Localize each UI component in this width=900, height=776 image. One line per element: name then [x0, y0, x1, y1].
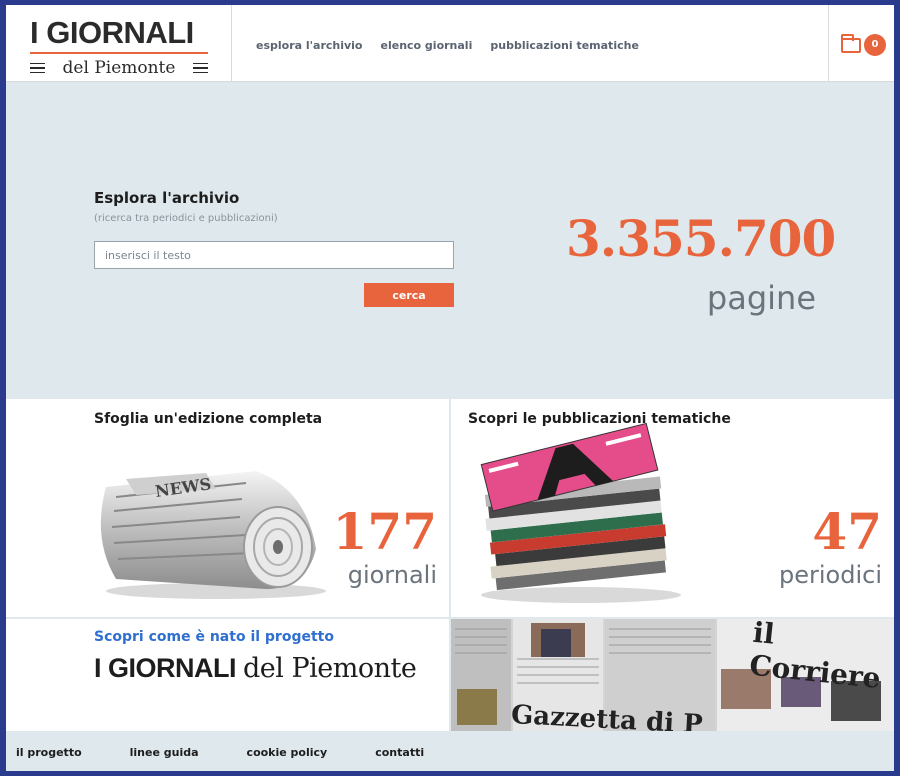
nav-newspaper-list[interactable]: elenco giornali	[381, 39, 473, 52]
periodicals-label: periodici	[779, 561, 882, 589]
folder-count-badge: 0	[864, 34, 886, 56]
folder-icon	[841, 34, 861, 53]
browse-edition-panel[interactable]: Sfoglia un'edizione completa NEWS 177 gi…	[6, 399, 449, 617]
site-logo[interactable]: I GIORNALI del Piemonte	[6, 5, 232, 82]
footer-link-guidelines[interactable]: linee guida	[130, 746, 199, 759]
hero-title: Esplora l'archivio	[94, 189, 240, 207]
main-nav: esplora l'archivio elenco giornali pubbl…	[256, 39, 639, 52]
newspapers-label: giornali	[347, 561, 437, 589]
footer-link-contacts[interactable]: contatti	[375, 746, 424, 759]
site-header: I GIORNALI del Piemonte esplora l'archiv…	[6, 5, 894, 82]
search-button[interactable]: cerca	[364, 283, 454, 307]
pages-label: pagine	[706, 279, 816, 317]
site-footer: il progetto linee guida cookie policy co…	[6, 733, 894, 771]
thematic-publications-panel[interactable]: Scopri le pubblicazioni tematiche 47 per…	[451, 399, 894, 617]
newspapers-count: 177	[332, 502, 437, 561]
project-section[interactable]: Scopri come è nato il progetto I GIORNAL…	[6, 619, 449, 731]
project-name-bold: I GIORNALI	[94, 653, 237, 683]
menu-lines-icon	[30, 60, 45, 77]
saved-folder-button[interactable]: 0	[828, 5, 894, 82]
newspaper-collage-image: il Corriere Gazzetta di P	[451, 619, 894, 731]
logo-subtitle: del Piemonte	[62, 58, 176, 78]
menu-lines-icon	[192, 60, 208, 77]
logo-title: I GIORNALI	[30, 15, 194, 50]
nav-thematic-publications[interactable]: pubblicazioni tematiche	[490, 39, 639, 52]
project-name: I GIORNALI del Piemonte	[94, 653, 417, 684]
pages-count: 3.355.700	[566, 209, 836, 268]
hero-search-section: Esplora l'archivio (ricerca tra periodic…	[6, 83, 894, 398]
footer-link-project[interactable]: il progetto	[16, 746, 82, 759]
project-link[interactable]: Scopri come è nato il progetto	[94, 629, 334, 645]
periodicals-count: 47	[812, 502, 882, 561]
logo-divider	[30, 52, 208, 54]
nav-explore-archive[interactable]: esplora l'archivio	[256, 39, 363, 52]
search-input[interactable]	[94, 241, 454, 269]
page-frame: I GIORNALI del Piemonte esplora l'archiv…	[6, 5, 894, 771]
hero-subtitle: (ricerca tra periodici e pubblicazioni)	[94, 213, 278, 224]
footer-link-cookie-policy[interactable]: cookie policy	[247, 746, 328, 759]
logo-subtitle-row: del Piemonte	[30, 58, 208, 78]
project-name-serif: del Piemonte	[243, 653, 417, 684]
